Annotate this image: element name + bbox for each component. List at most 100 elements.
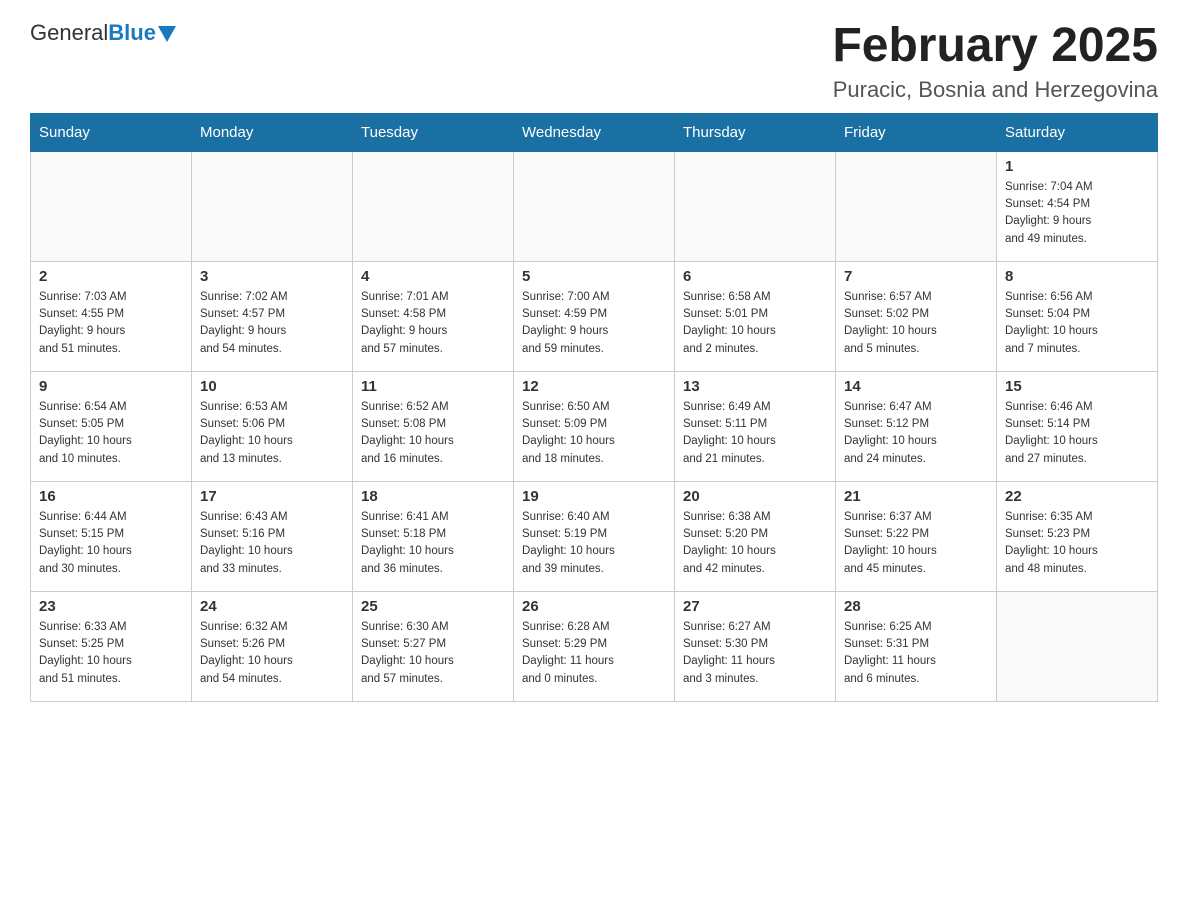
day-number: 14	[844, 378, 988, 395]
day-number: 18	[361, 488, 505, 505]
calendar-day: 2Sunrise: 7:03 AM Sunset: 4:55 PM Daylig…	[31, 261, 192, 371]
day-number: 19	[522, 488, 666, 505]
day-number: 15	[1005, 378, 1149, 395]
day-number: 9	[39, 378, 183, 395]
calendar-day: 28Sunrise: 6:25 AM Sunset: 5:31 PM Dayli…	[836, 591, 997, 701]
day-info: Sunrise: 6:58 AM Sunset: 5:01 PM Dayligh…	[683, 289, 827, 358]
day-number: 12	[522, 378, 666, 395]
calendar-day: 8 Sunrise: 6:56 AM Sunset: 5:04 PM Daylig…	[997, 261, 1158, 371]
calendar-day: 21 Sunrise: 6:37 AM Sunset: 5:22 PM Dayli…	[836, 481, 997, 591]
calendar-day: 24Sunrise: 6:32 AM Sunset: 5:26 PM Dayli…	[192, 591, 353, 701]
day-number: 1	[1005, 158, 1149, 175]
day-info: Sunrise: 6:52 AM Sunset: 5:08 PM Dayligh…	[361, 399, 505, 468]
calendar-week-3: 9 Sunrise: 6:54 AM Sunset: 5:05 PM Daylig…	[31, 371, 1158, 481]
calendar-day: 1 Sunrise: 7:04 AM Sunset: 4:54 PM Daylig…	[997, 151, 1158, 261]
day-info: Sunrise: 6:54 AM Sunset: 5:05 PM Dayligh…	[39, 399, 183, 468]
calendar-day	[192, 151, 353, 261]
header-thursday: Thursday	[675, 113, 836, 151]
day-info: Sunrise: 6:32 AM Sunset: 5:26 PM Dayligh…	[200, 619, 344, 688]
day-number: 17	[200, 488, 344, 505]
calendar-day: 13Sunrise: 6:49 AM Sunset: 5:11 PM Dayli…	[675, 371, 836, 481]
day-number: 22	[1005, 488, 1149, 505]
day-info: Sunrise: 7:02 AM Sunset: 4:57 PM Dayligh…	[200, 289, 344, 358]
calendar-day: 20 Sunrise: 6:38 AM Sunset: 5:20 PM Dayli…	[675, 481, 836, 591]
calendar-day: 19Sunrise: 6:40 AM Sunset: 5:19 PM Dayli…	[514, 481, 675, 591]
day-number: 4	[361, 268, 505, 285]
calendar-day: 7 Sunrise: 6:57 AM Sunset: 5:02 PM Daylig…	[836, 261, 997, 371]
header-saturday: Saturday	[997, 113, 1158, 151]
day-info: Sunrise: 6:27 AM Sunset: 5:30 PM Dayligh…	[683, 619, 827, 688]
day-info: Sunrise: 6:47 AM Sunset: 5:12 PM Dayligh…	[844, 399, 988, 468]
day-number: 7	[844, 268, 988, 285]
calendar-day: 23 Sunrise: 6:33 AM Sunset: 5:25 PM Dayli…	[31, 591, 192, 701]
calendar-header-row: SundayMondayTuesdayWednesdayThursdayFrid…	[31, 113, 1158, 151]
header-sunday: Sunday	[31, 113, 192, 151]
calendar-day: 15 Sunrise: 6:46 AM Sunset: 5:14 PM Dayli…	[997, 371, 1158, 481]
day-number: 27	[683, 598, 827, 615]
day-number: 16	[39, 488, 183, 505]
header-monday: Monday	[192, 113, 353, 151]
calendar-day: 17 Sunrise: 6:43 AM Sunset: 5:16 PM Dayli…	[192, 481, 353, 591]
day-info: Sunrise: 7:01 AM Sunset: 4:58 PM Dayligh…	[361, 289, 505, 358]
calendar-day: 5 Sunrise: 7:00 AM Sunset: 4:59 PM Daylig…	[514, 261, 675, 371]
calendar-day: 6Sunrise: 6:58 AM Sunset: 5:01 PM Daylig…	[675, 261, 836, 371]
calendar-day: 25 Sunrise: 6:30 AM Sunset: 5:27 PM Dayli…	[353, 591, 514, 701]
header-wednesday: Wednesday	[514, 113, 675, 151]
day-info: Sunrise: 6:28 AM Sunset: 5:29 PM Dayligh…	[522, 619, 666, 688]
calendar-day: 4 Sunrise: 7:01 AM Sunset: 4:58 PM Daylig…	[353, 261, 514, 371]
calendar-week-1: 1 Sunrise: 7:04 AM Sunset: 4:54 PM Daylig…	[31, 151, 1158, 261]
calendar-week-5: 23 Sunrise: 6:33 AM Sunset: 5:25 PM Dayli…	[31, 591, 1158, 701]
calendar-table: SundayMondayTuesdayWednesdayThursdayFrid…	[30, 113, 1158, 702]
day-info: Sunrise: 6:33 AM Sunset: 5:25 PM Dayligh…	[39, 619, 183, 688]
calendar-day	[836, 151, 997, 261]
day-info: Sunrise: 6:57 AM Sunset: 5:02 PM Dayligh…	[844, 289, 988, 358]
calendar-day: 14 Sunrise: 6:47 AM Sunset: 5:12 PM Dayli…	[836, 371, 997, 481]
day-number: 25	[361, 598, 505, 615]
day-number: 23	[39, 598, 183, 615]
page-header: General Blue February 2025 Puracic, Bosn…	[30, 20, 1158, 103]
day-number: 20	[683, 488, 827, 505]
day-number: 10	[200, 378, 344, 395]
page-subtitle: Puracic, Bosnia and Herzegovina	[832, 77, 1158, 103]
day-info: Sunrise: 7:03 AM Sunset: 4:55 PM Dayligh…	[39, 289, 183, 358]
logo-general-text: General	[30, 20, 108, 46]
day-number: 21	[844, 488, 988, 505]
calendar-day	[31, 151, 192, 261]
day-number: 5	[522, 268, 666, 285]
logo: General Blue	[30, 20, 176, 46]
day-info: Sunrise: 6:44 AM Sunset: 5:15 PM Dayligh…	[39, 509, 183, 578]
calendar-day: 22 Sunrise: 6:35 AM Sunset: 5:23 PM Dayli…	[997, 481, 1158, 591]
calendar-day	[997, 591, 1158, 701]
day-info: Sunrise: 7:04 AM Sunset: 4:54 PM Dayligh…	[1005, 179, 1149, 248]
day-number: 28	[844, 598, 988, 615]
title-block: February 2025 Puracic, Bosnia and Herzeg…	[832, 20, 1158, 103]
day-number: 3	[200, 268, 344, 285]
day-info: Sunrise: 6:46 AM Sunset: 5:14 PM Dayligh…	[1005, 399, 1149, 468]
header-tuesday: Tuesday	[353, 113, 514, 151]
day-number: 8	[1005, 268, 1149, 285]
day-info: Sunrise: 6:38 AM Sunset: 5:20 PM Dayligh…	[683, 509, 827, 578]
day-number: 26	[522, 598, 666, 615]
calendar-day: 10 Sunrise: 6:53 AM Sunset: 5:06 PM Dayli…	[192, 371, 353, 481]
day-info: Sunrise: 6:37 AM Sunset: 5:22 PM Dayligh…	[844, 509, 988, 578]
day-info: Sunrise: 6:43 AM Sunset: 5:16 PM Dayligh…	[200, 509, 344, 578]
calendar-day: 9 Sunrise: 6:54 AM Sunset: 5:05 PM Daylig…	[31, 371, 192, 481]
calendar-day: 26 Sunrise: 6:28 AM Sunset: 5:29 PM Dayli…	[514, 591, 675, 701]
page-title: February 2025	[832, 20, 1158, 73]
day-info: Sunrise: 6:30 AM Sunset: 5:27 PM Dayligh…	[361, 619, 505, 688]
day-number: 11	[361, 378, 505, 395]
calendar-day: 16 Sunrise: 6:44 AM Sunset: 5:15 PM Dayli…	[31, 481, 192, 591]
day-info: Sunrise: 6:41 AM Sunset: 5:18 PM Dayligh…	[361, 509, 505, 578]
calendar-day	[675, 151, 836, 261]
day-info: Sunrise: 6:35 AM Sunset: 5:23 PM Dayligh…	[1005, 509, 1149, 578]
day-info: Sunrise: 6:49 AM Sunset: 5:11 PM Dayligh…	[683, 399, 827, 468]
day-info: Sunrise: 7:00 AM Sunset: 4:59 PM Dayligh…	[522, 289, 666, 358]
day-info: Sunrise: 6:53 AM Sunset: 5:06 PM Dayligh…	[200, 399, 344, 468]
logo-blue-text: Blue	[108, 20, 176, 46]
calendar-day: 27 Sunrise: 6:27 AM Sunset: 5:30 PM Dayli…	[675, 591, 836, 701]
day-info: Sunrise: 6:56 AM Sunset: 5:04 PM Dayligh…	[1005, 289, 1149, 358]
header-friday: Friday	[836, 113, 997, 151]
calendar-day	[353, 151, 514, 261]
calendar-day	[514, 151, 675, 261]
calendar-day: 11 Sunrise: 6:52 AM Sunset: 5:08 PM Dayli…	[353, 371, 514, 481]
